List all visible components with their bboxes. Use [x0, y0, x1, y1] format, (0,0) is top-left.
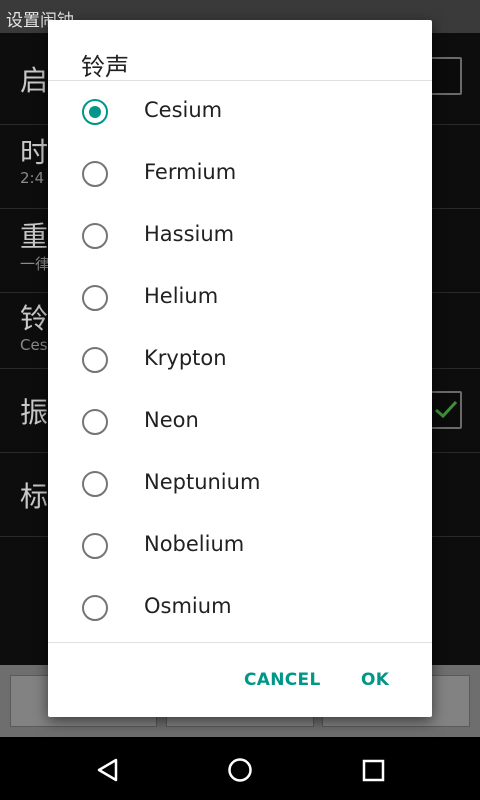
checkmark-icon [435, 400, 458, 419]
ringtone-option[interactable]: Fermium [48, 144, 432, 206]
vibrate-checkbox[interactable] [430, 391, 462, 429]
ringtone-option-label: Cesium [144, 98, 223, 122]
ringtone-option-label: Fermium [144, 160, 237, 184]
radio-button-icon[interactable] [82, 409, 108, 435]
cancel-button[interactable]: CANCEL [244, 670, 321, 690]
ringtone-option-label: Neptunium [144, 470, 261, 494]
title-divider [48, 80, 432, 81]
radio-button-icon[interactable] [82, 595, 108, 621]
settings-row-title: 标 [20, 480, 49, 513]
ringtone-option[interactable]: Neptunium [48, 454, 432, 516]
ringtone-option[interactable]: Cesium [48, 82, 432, 144]
home-circle-icon [228, 758, 252, 782]
ringtone-option[interactable]: Nobelium [48, 516, 432, 578]
radio-button-icon[interactable] [82, 161, 108, 187]
ringtone-option-label: Osmium [144, 594, 232, 618]
settings-row-title: 时 [20, 136, 49, 169]
dialog-title: 铃声 [81, 53, 129, 81]
radio-button-icon[interactable] [82, 347, 108, 373]
back-triangle-icon [97, 758, 118, 782]
ringtone-dialog: 铃声 Cesium Fermium Hassium Helium Krypton… [48, 20, 432, 717]
ringtone-option-label: Helium [144, 284, 219, 308]
ringtone-option-label: Hassium [144, 222, 235, 246]
settings-row-subtitle: Ces [20, 336, 48, 354]
ringtone-option[interactable]: Helium [48, 268, 432, 330]
recents-button[interactable] [355, 752, 391, 788]
ringtone-option[interactable]: Hassium [48, 206, 432, 268]
settings-row-subtitle: 一律 [20, 255, 51, 273]
back-button[interactable] [90, 752, 126, 788]
recents-square-icon [362, 759, 385, 782]
home-button[interactable] [222, 752, 258, 788]
ringtone-option-label: Nobelium [144, 532, 245, 556]
radio-button-checked-icon[interactable] [82, 99, 108, 125]
ringtone-option[interactable]: Osmium [48, 578, 432, 640]
settings-row-title: 振 [20, 396, 49, 429]
settings-row-title: 铃 [20, 302, 49, 335]
settings-row-title: 重 [20, 220, 49, 253]
ringtone-option[interactable]: Krypton [48, 330, 432, 392]
ringtone-option[interactable]: Neon [48, 392, 432, 454]
ringtone-option-label: Krypton [144, 346, 227, 370]
radio-button-icon[interactable] [82, 223, 108, 249]
button-divider [48, 642, 432, 643]
radio-button-icon[interactable] [82, 471, 108, 497]
navigation-bar [0, 737, 480, 800]
radio-button-icon[interactable] [82, 285, 108, 311]
enable-checkbox[interactable] [430, 57, 462, 95]
settings-row-title: 启 [20, 64, 49, 97]
ok-button[interactable]: OK [361, 670, 389, 690]
settings-row-subtitle: 2:4 [20, 169, 45, 187]
ringtone-option-label: Neon [144, 408, 199, 432]
radio-button-icon[interactable] [82, 533, 108, 559]
